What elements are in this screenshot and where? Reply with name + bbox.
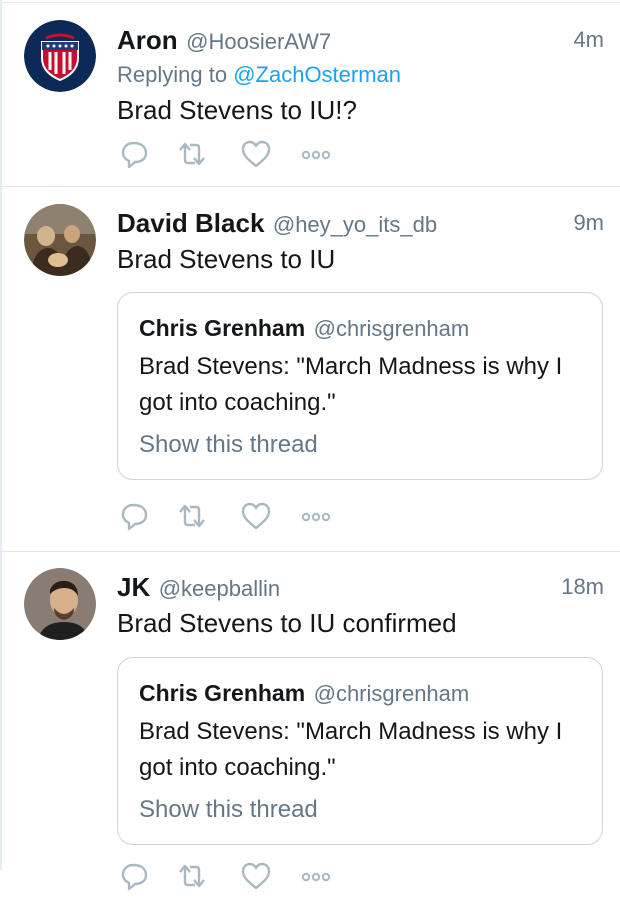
portrait-photo-icon <box>24 568 96 640</box>
shield-logo-icon <box>24 20 96 92</box>
author-handle[interactable]: @HoosierAW7 <box>186 29 331 54</box>
quoted-tweet[interactable]: Chris Grenham @chrisgrenham Brad Stevens… <box>117 292 603 480</box>
quoted-author-handle[interactable]: @chrisgrenham <box>314 316 470 341</box>
mention-link[interactable]: @ZachOsterman <box>233 62 401 87</box>
author-name[interactable]: JK <box>117 572 150 602</box>
replying-to: Replying to @ZachOsterman <box>117 62 401 88</box>
author-name[interactable]: Aron <box>117 25 178 55</box>
replying-to-label: Replying to <box>117 62 228 87</box>
reply-icon[interactable] <box>117 860 151 897</box>
quoted-author-name[interactable]: Chris Grenham <box>139 315 305 341</box>
tweet-text: Brad Stevens to IU confirmed <box>117 608 457 638</box>
retweet-icon[interactable] <box>175 500 209 537</box>
author-handle[interactable]: @hey_yo_its_db <box>273 212 437 237</box>
tweet-david-black[interactable]: David Black @hey_yo_its_db 9m Brad Steve… <box>0 187 620 552</box>
reply-icon[interactable] <box>117 500 151 537</box>
author-handle[interactable]: @keepballin <box>159 576 280 601</box>
retweet-icon[interactable] <box>175 138 209 175</box>
author-name[interactable]: David Black <box>117 208 264 238</box>
more-icon[interactable] <box>300 138 334 175</box>
group-photo-icon <box>24 204 96 276</box>
reply-icon[interactable] <box>117 138 151 175</box>
avatar[interactable] <box>24 204 96 276</box>
like-icon[interactable] <box>239 860 273 897</box>
avatar[interactable] <box>24 20 96 92</box>
quoted-author-name[interactable]: Chris Grenham <box>139 680 305 706</box>
show-thread-link[interactable]: Show this thread <box>139 796 318 824</box>
like-icon[interactable] <box>239 500 273 537</box>
quoted-text: Brad Stevens: "March Madness is why I go… <box>139 718 563 781</box>
more-icon[interactable] <box>300 860 334 897</box>
quoted-tweet[interactable]: Chris Grenham @chrisgrenham Brad Stevens… <box>117 657 603 845</box>
timestamp[interactable]: 18m <box>561 574 604 600</box>
retweet-icon[interactable] <box>175 860 209 897</box>
avatar[interactable] <box>24 568 96 640</box>
quoted-author-handle[interactable]: @chrisgrenham <box>314 681 470 706</box>
tweet-jk[interactable]: JK @keepballin 18m Brad Stevens to IU co… <box>0 552 620 892</box>
like-icon[interactable] <box>239 138 273 175</box>
quoted-text: Brad Stevens: "March Madness is why I go… <box>139 353 563 416</box>
show-thread-link[interactable]: Show this thread <box>139 431 318 459</box>
tweet-text: Brad Stevens to IU <box>117 244 336 274</box>
more-icon[interactable] <box>300 500 334 537</box>
timestamp[interactable]: 4m <box>573 27 604 53</box>
tweet-aron[interactable]: Aron @HoosierAW7 4m Replying to @ZachOst… <box>0 3 620 187</box>
timestamp[interactable]: 9m <box>573 210 604 236</box>
tweet-text: Brad Stevens to IU!? <box>117 95 357 125</box>
